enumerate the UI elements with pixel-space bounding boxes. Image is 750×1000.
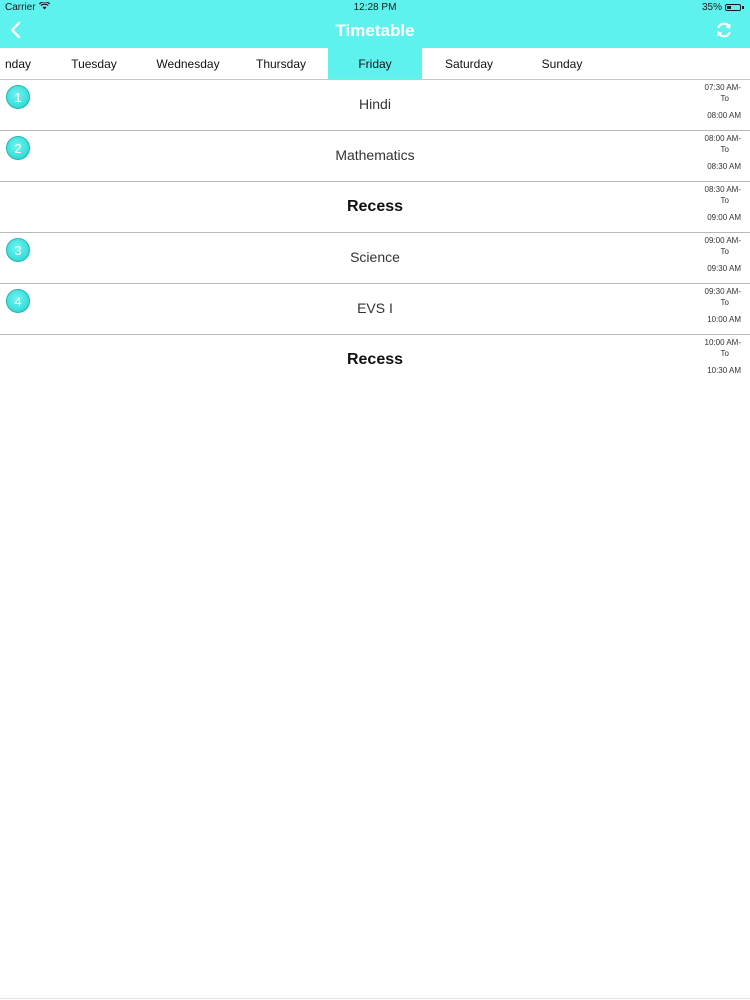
period-to: To [720, 298, 729, 307]
period-end: 09:30 AM [707, 264, 741, 273]
battery-tip [742, 6, 744, 9]
refresh-button[interactable] [712, 20, 736, 44]
tab-label: Thursday [255, 56, 307, 71]
status-time: 12:28 PM [353, 2, 397, 13]
page-title: Timetable [335, 21, 415, 40]
period-time: 08:00 AM- To 08:30 AM [681, 133, 741, 172]
period-start: 07:30 AM- [704, 83, 741, 92]
recess-label: Recess [346, 198, 404, 215]
tab-tuesday[interactable]: Tuesday [47, 48, 141, 79]
period-subject: Mathematics [335, 147, 415, 163]
period-to: To [720, 196, 729, 205]
period-time: 10:00 AM- To 10:30 AM [681, 337, 741, 376]
tab-saturday[interactable]: Saturday [422, 48, 516, 79]
period-start: 08:00 AM- [704, 134, 741, 143]
tab-label: Sunday [541, 56, 583, 71]
period-time: 09:30 AM- To 10:00 AM [681, 286, 741, 325]
period-time: 09:00 AM- To 09:30 AM [681, 235, 741, 274]
tab-label: Saturday [444, 56, 494, 71]
tab-sunday[interactable]: Sunday [515, 48, 609, 79]
battery-icon [725, 4, 741, 11]
period-start: 09:30 AM- [704, 287, 741, 296]
period-to: To [720, 247, 729, 256]
battery-level [727, 6, 731, 9]
status-bar: Carrier 12:28 PM 35% [0, 0, 750, 16]
recess-row[interactable]: Recess 08:30 AM- To 09:00 AM [0, 182, 750, 233]
period-subject: Science [350, 249, 400, 265]
period-to: To [720, 349, 729, 358]
period-end: 08:00 AM [707, 111, 741, 120]
period-row[interactable]: 1 Hindi 07:30 AM- To 08:00 AM [0, 80, 750, 131]
status-battery: 35% [702, 2, 744, 13]
tab-wednesday[interactable]: Wednesday [141, 48, 235, 79]
tab-label: nday [4, 56, 32, 71]
period-start: 10:00 AM- [704, 338, 741, 347]
period-start: 08:30 AM- [704, 185, 741, 194]
period-end: 10:00 AM [707, 315, 741, 324]
battery-percent: 35% [701, 2, 722, 13]
period-time: 08:30 AM- To 09:00 AM [681, 184, 741, 223]
recess-row[interactable]: Recess 10:00 AM- To 10:30 AM [0, 335, 750, 386]
period-to: To [720, 145, 729, 154]
period-end: 09:00 AM [707, 213, 741, 222]
header-bar: Carrier 12:28 PM 35% Timetable [0, 0, 750, 48]
tab-label: Wednesday [156, 56, 220, 71]
period-end: 08:30 AM [707, 162, 741, 171]
nav-bar: Timetable [0, 16, 750, 48]
tab-label: Tuesday [71, 56, 117, 71]
period-subject: EVS I [357, 300, 393, 316]
period-list: 1 Hindi 07:30 AM- To 08:00 AM 2 Mathemat… [0, 80, 750, 386]
day-tabs: nday Tuesday Wednesday Thursday Friday S… [0, 48, 750, 80]
tab-monday[interactable]: nday [0, 48, 47, 79]
period-start: 09:00 AM- [704, 236, 741, 245]
period-row[interactable]: 3 Science 09:00 AM- To 09:30 AM [0, 233, 750, 284]
period-to: To [720, 94, 729, 103]
tab-thursday[interactable]: Thursday [234, 48, 328, 79]
period-subject: Hindi [359, 96, 391, 112]
period-row[interactable]: 2 Mathematics 08:00 AM- To 08:30 AM [0, 131, 750, 182]
period-end: 10:30 AM [707, 366, 741, 375]
recess-label: Recess [346, 351, 404, 368]
period-time: 07:30 AM- To 08:00 AM [681, 82, 741, 121]
tab-label: Friday [358, 56, 392, 71]
tab-friday[interactable]: Friday [328, 48, 422, 79]
refresh-icon [715, 21, 733, 44]
bottom-divider [0, 998, 750, 999]
period-row[interactable]: 4 EVS I 09:30 AM- To 10:00 AM [0, 284, 750, 335]
